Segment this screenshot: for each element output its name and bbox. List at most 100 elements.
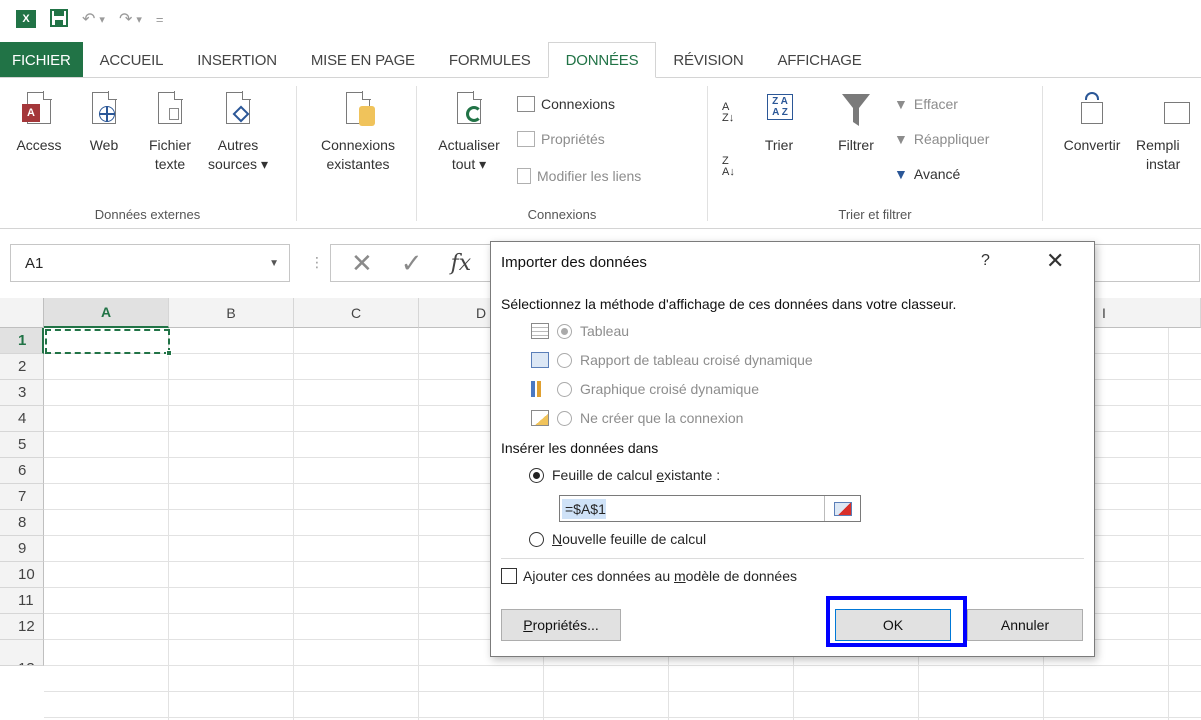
row-header[interactable]: 2 [0, 354, 44, 380]
option-existing-sheet[interactable]: Feuille de calcul existante : [529, 464, 720, 486]
clear-filter-icon: ▼ [894, 96, 908, 112]
row-header[interactable]: 12 [0, 614, 44, 640]
cell-reference-input[interactable]: =$A$1 [559, 495, 861, 522]
help-icon[interactable]: ? [981, 252, 990, 270]
flash-fill-button[interactable]: Rempli instar [1136, 90, 1201, 174]
undo-dropdown-icon[interactable]: ▾ [99, 13, 105, 26]
tab-insertion[interactable]: INSERTION [180, 42, 294, 78]
flash-fill-icon [1160, 90, 1194, 132]
group-label: Connexions [527, 207, 597, 222]
quick-access-toolbar: X ↶ ▾ ↷ ▾ = [0, 0, 1201, 38]
option-connection-only[interactable]: Ne créer que la connexion [531, 407, 743, 429]
clear-filter-button[interactable]: ▼ Effacer [894, 96, 958, 112]
option-pivot-table[interactable]: Rapport de tableau croisé dynamique [531, 349, 813, 371]
other-sources-button[interactable]: Autres sources ▾ [206, 90, 270, 174]
reapply-button[interactable]: ▼ Réappliquer [894, 131, 989, 147]
tab-affichage[interactable]: AFFICHAGE [760, 42, 878, 78]
cancel-button[interactable]: Annuler [967, 609, 1083, 641]
filter-button[interactable]: Filtrer [828, 90, 884, 155]
edit-links-button[interactable]: Modifier les liens [517, 168, 641, 184]
web-button[interactable]: Web [82, 90, 126, 155]
refresh-all-button[interactable]: Actualiser tout ▾ [425, 90, 513, 174]
text-to-columns-icon [1075, 90, 1109, 132]
tab-revision[interactable]: RÉVISION [656, 42, 760, 78]
row-header[interactable]: 9 [0, 536, 44, 562]
checkbox-icon[interactable] [501, 568, 517, 584]
filter-icon [839, 90, 873, 132]
tab-donnees[interactable]: DONNÉES [547, 42, 657, 78]
name-box[interactable]: A1 ▼ [10, 244, 290, 282]
sort-za-icon[interactable]: Z A↓ [722, 156, 735, 178]
existing-connections-button[interactable]: Connexions existantes [306, 90, 410, 174]
redo-icon[interactable]: ↷ [119, 9, 132, 29]
radio-pivot-table[interactable] [557, 352, 572, 368]
tab-accueil[interactable]: ACCUEIL [83, 42, 181, 78]
sort-dialog-icon: Z AA Z [762, 90, 796, 132]
row-header[interactable]: 1 [0, 328, 44, 354]
sort-az-icon[interactable]: A Z↓ [722, 102, 734, 124]
cancel-icon[interactable]: ✕ [351, 248, 373, 279]
column-header[interactable]: B [169, 298, 294, 328]
drag-handle-icon[interactable]: ⋮ [310, 254, 324, 271]
row-header[interactable]: 10 [0, 562, 44, 588]
row-header[interactable]: 13 [0, 640, 44, 666]
radio-table[interactable] [557, 323, 572, 339]
save-icon[interactable] [50, 8, 68, 30]
option-new-sheet[interactable]: Nouvelle feuille de calcul [529, 528, 706, 550]
text-to-columns-button[interactable]: Convertir [1052, 90, 1132, 155]
enter-icon[interactable]: ✓ [401, 248, 423, 279]
tab-mise-en-page[interactable]: MISE EN PAGE [294, 42, 432, 78]
add-to-data-model-checkbox[interactable]: Ajouter ces données au modèle de données [501, 568, 797, 584]
refresh-icon [452, 90, 486, 132]
undo-icon[interactable]: ↶ [82, 9, 95, 29]
tab-formules[interactable]: FORMULES [432, 42, 548, 78]
row-header[interactable]: 11 [0, 588, 44, 614]
existing-connections-icon [341, 90, 375, 132]
text-file-button[interactable]: Fichier texte [142, 90, 198, 174]
connections-icon [517, 96, 535, 112]
insert-function-icon[interactable]: fx [451, 251, 472, 276]
option-pivot-chart[interactable]: Graphique croisé dynamique [531, 378, 759, 400]
row-header[interactable]: 5 [0, 432, 44, 458]
table-icon [531, 323, 549, 339]
other-sources-icon [221, 90, 255, 132]
cell-reference-value: =$A$1 [562, 498, 606, 519]
pivot-chart-icon [531, 381, 549, 397]
option-table[interactable]: Tableau [531, 320, 629, 342]
column-header[interactable]: A [44, 298, 169, 328]
select-all-corner[interactable] [0, 298, 44, 328]
close-icon[interactable]: ✕ [1046, 248, 1064, 274]
group-trier-filtrer: A Z↓ Z A↓ Z AA Z Trier Filtrer ▼ Effacer ▼… [708, 78, 1042, 228]
advanced-filter-icon: ▼ [894, 166, 908, 182]
ok-button-highlight [826, 596, 967, 647]
redo-dropdown-icon[interactable]: ▾ [136, 13, 142, 26]
properties-button[interactable]: Propriétés [517, 131, 605, 147]
row-header[interactable]: 3 [0, 380, 44, 406]
dialog-prompt: Sélectionnez la méthode d'affichage de c… [501, 296, 957, 312]
row-header[interactable]: 4 [0, 406, 44, 432]
column-header[interactable]: C [294, 298, 419, 328]
tab-fichier[interactable]: FICHIER [0, 42, 83, 78]
chevron-down-icon[interactable]: ▼ [269, 258, 279, 269]
radio-pivot-chart[interactable] [557, 381, 572, 397]
connections-button[interactable]: Connexions [517, 96, 615, 112]
fill-handle[interactable] [166, 350, 172, 356]
row-header[interactable]: 6 [0, 458, 44, 484]
ribbon-tabs: FICHIER ACCUEIL INSERTION MISE EN PAGE F… [0, 42, 1201, 78]
access-button[interactable]: A Access [14, 90, 64, 155]
customize-icon[interactable]: = [156, 12, 164, 27]
radio-existing-sheet[interactable] [529, 467, 544, 483]
radio-new-sheet[interactable] [529, 531, 544, 547]
sort-button[interactable]: Z AA Z Trier [754, 90, 804, 155]
insert-data-label: Insérer les données dans [501, 440, 659, 456]
advanced-filter-button[interactable]: ▼ Avancé [894, 166, 960, 182]
properties-dialog-button[interactable]: Propriétés... [501, 609, 621, 641]
collapse-dialog-icon[interactable] [824, 496, 860, 521]
radio-connection-only[interactable] [557, 410, 572, 426]
row-header[interactable]: 8 [0, 510, 44, 536]
pivot-table-icon [531, 352, 549, 368]
row-header[interactable]: 7 [0, 484, 44, 510]
divider [501, 558, 1084, 559]
properties-icon [517, 131, 535, 147]
active-cell-marquee[interactable] [45, 329, 170, 354]
